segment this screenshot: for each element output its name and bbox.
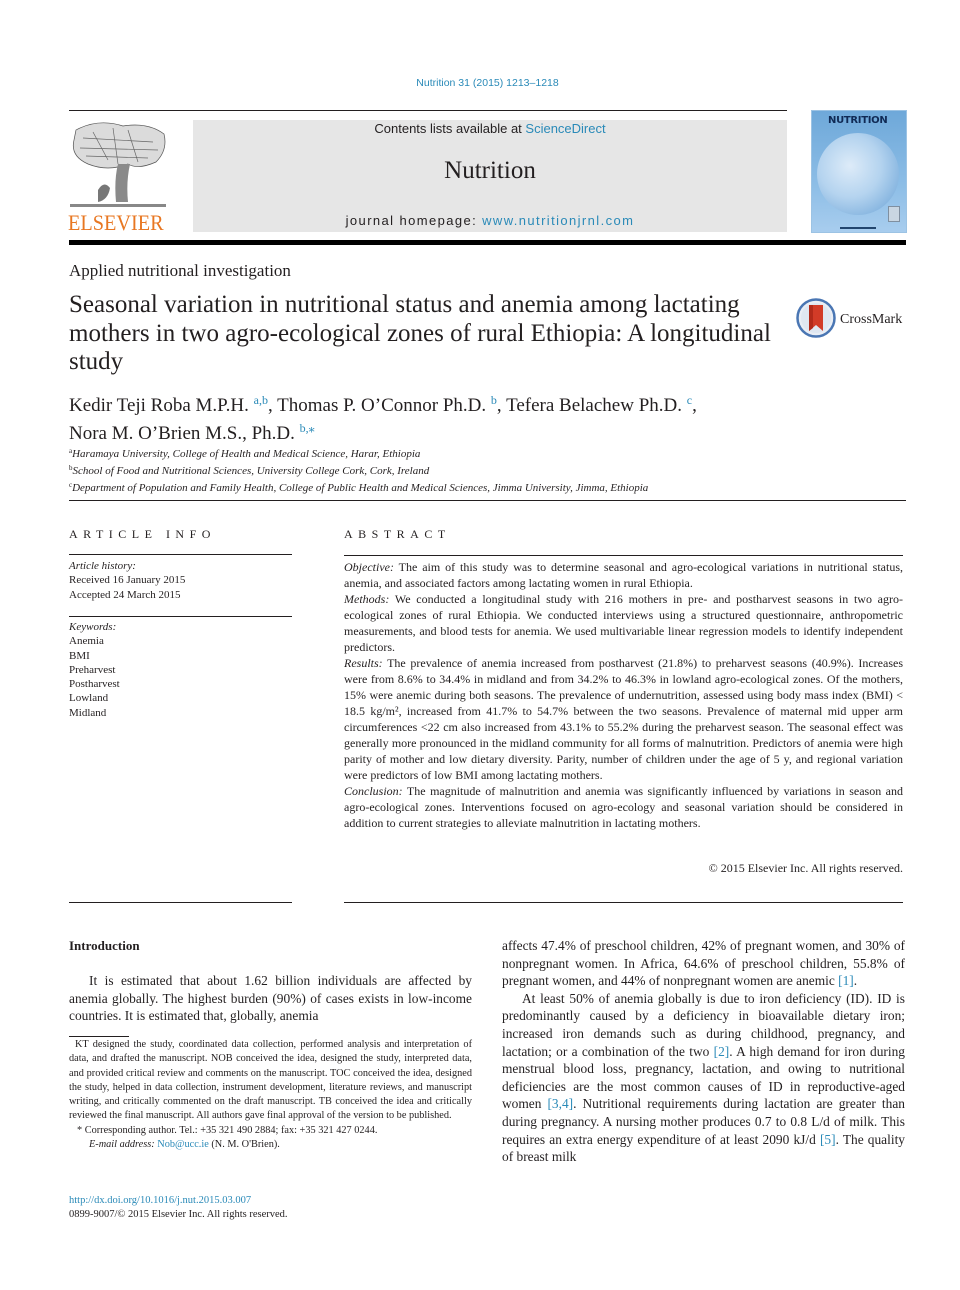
article-info-rule [69,554,292,555]
affiliation-text: Haramaya University, College of Health a… [72,448,421,460]
abstract-rule [344,555,903,556]
sciencedirect-link[interactable]: ScienceDirect [525,121,605,136]
abstract-conclusion: Conclusion: The magnitude of malnutritio… [344,783,903,831]
keyword-item: BMI [69,649,90,662]
cover-title: NUTRITION [828,115,888,126]
doi-block: http://dx.doi.org/10.1016/j.nut.2015.03.… [69,1194,288,1223]
email-line: E-mail address: Nob@ucc.ie (N. M. O'Brie… [69,1138,472,1152]
section-label: Conclusion: [344,784,403,798]
introduction-heading: Introduction [69,938,140,953]
history-label: Article history: [69,560,136,572]
reference-link[interactable]: [2] [714,1044,730,1059]
title-divider [69,500,906,501]
doi-link[interactable]: http://dx.doi.org/10.1016/j.nut.2015.03.… [69,1194,288,1208]
body-text: . [853,973,858,989]
elsevier-tree-icon [68,120,168,212]
author-name[interactable]: Thomas P. O’Connor Ph.D. [277,395,486,416]
author-separator: , [496,395,507,416]
author-separator: , [267,395,278,416]
body-paragraph: It is estimated that about 1.62 billion … [69,973,472,1023]
section-text: The magnitude of malnutrition and anemia… [344,784,903,830]
journal-cover-image[interactable]: NUTRITION [811,110,907,233]
reference-link[interactable]: [1] [838,973,854,988]
contents-prefix: Contents lists available at [374,121,526,136]
section-label: Results: [344,656,383,670]
body-left-column: It is estimated that about 1.62 billion … [69,972,472,1025]
reference-link[interactable]: [3,4] [547,1096,573,1111]
affiliation-link[interactable]: a,b [254,393,268,407]
keywords-block: Keywords: Anemia BMI Preharvest Postharv… [69,620,120,720]
homepage-line: journal homepage: www.nutritionjrnl.com [193,213,787,228]
author-name[interactable]: Tefera Belachew Ph.D. [506,395,682,416]
body-right-column: affects 47.4% of preschool children, 42%… [502,937,905,1166]
keywords-rule [69,616,292,617]
author-list: Kedir Teji Roba M.P.H. a,b, Thomas P. O’… [69,389,809,445]
journal-name: Nutrition [444,157,536,184]
crossmark-icon [796,298,836,338]
keyword-item: Lowland [69,692,109,705]
email-link[interactable]: Nob@ucc.ie [157,1139,209,1150]
affiliation-item: aHaramaya University, College of Health … [69,444,648,461]
issn-copyright: 0899-9007/© 2015 Elsevier Inc. All right… [69,1209,288,1221]
cover-footer-bar [840,227,876,229]
affiliation-item: cDepartment of Population and Family Hea… [69,478,648,495]
affiliation-text: Department of Population and Family Heal… [72,482,649,494]
keyword-item: Midland [69,706,107,719]
section-text: The prevalence of anemia increased from … [344,656,903,782]
keywords-label: Keywords: [69,621,117,633]
author-name[interactable]: Kedir Teji Roba M.P.H. [69,395,249,416]
keyword-item: Postharvest [69,678,120,691]
accepted-date: Accepted 24 March 2015 [69,588,181,601]
section-label: Objective: [344,560,394,574]
article-history: Article history: Received 16 January 201… [69,559,185,602]
affiliation-item: bSchool of Food and Nutritional Sciences… [69,461,648,478]
section-label: Methods: [344,592,390,606]
abstract-body: Objective: The aim of this study was to … [344,559,903,831]
elsevier-badge-icon [888,206,900,222]
affiliations: aHaramaya University, College of Health … [69,444,648,495]
body-paragraph: At least 50% of anemia globally is due t… [502,990,905,1166]
article-info-heading: ARTICLE INFO [69,527,216,541]
corresponding-author: * Corresponding author. Tel.: +35 321 49… [77,1124,378,1136]
globe-icon [817,133,899,215]
contents-line: Contents lists available at ScienceDirec… [193,121,787,136]
author-name[interactable]: Nora M. O’Brien M.S., Ph.D. [69,423,295,444]
abstract-bottom-rule [344,902,903,903]
journal-citation[interactable]: Nutrition 31 (2015) 1213–1218 [0,77,960,89]
section-text: The aim of this study was to determine s… [344,560,903,590]
keyword-item: Anemia [69,635,104,648]
article-info-bottom-rule [69,902,292,903]
keyword-item: Preharvest [69,663,116,676]
abstract-results: Results: The prevalence of anemia increa… [344,655,903,783]
affiliation-link[interactable]: b,⁎ [300,421,315,435]
crossmark-button[interactable]: CrossMark [796,298,911,342]
footnotes: KT designed the study, coordinated data … [69,1038,472,1152]
header-rule [69,110,787,111]
email-label: E-mail address: [89,1139,155,1151]
body-paragraph: affects 47.4% of preschool children, 42%… [502,937,905,990]
author-separator: , [692,395,697,416]
article-title: Seasonal variation in nutritional status… [69,291,771,375]
elsevier-wordmark: ELSEVIER [68,210,164,235]
crossmark-label: CrossMark [840,312,903,327]
abstract-methods: Methods: We conducted a longitudinal stu… [344,591,903,655]
elsevier-logo[interactable]: ELSEVIER [68,120,172,234]
journal-masthead: Contents lists available at ScienceDirec… [193,120,787,232]
footnote-rule [69,1036,129,1037]
email-suffix: (N. M. O'Brien). [208,1139,280,1151]
section-type: Applied nutritional investigation [69,261,291,280]
abstract-objective: Objective: The aim of this study was to … [344,559,903,591]
reference-link[interactable]: [5] [820,1132,836,1147]
abstract-heading: ABSTRACT [344,527,451,541]
abstract-copyright: © 2015 Elsevier Inc. All rights reserved… [708,861,903,875]
received-date: Received 16 January 2015 [69,574,186,587]
journal-homepage-link[interactable]: www.nutritionjrnl.com [482,213,634,228]
header-thick-rule [69,240,906,245]
homepage-prefix: journal homepage: [345,213,483,228]
affiliation-text: School of Food and Nutritional Sciences,… [72,465,430,477]
section-text: We conducted a longitudinal study with 2… [344,592,903,654]
author-contributions: KT designed the study, coordinated data … [69,1039,472,1122]
